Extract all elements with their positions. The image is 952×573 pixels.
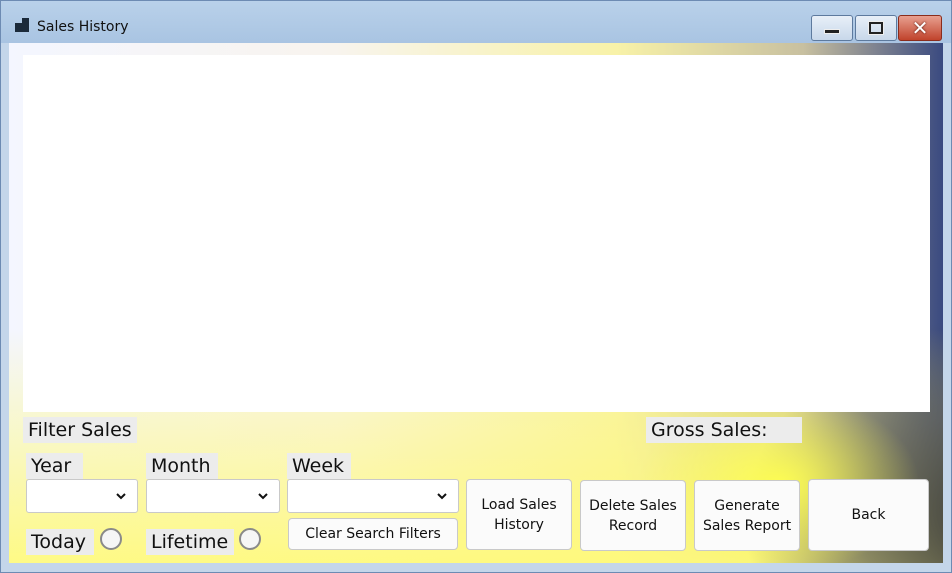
minimize-button[interactable]: [811, 15, 853, 41]
year-label: Year: [26, 453, 83, 479]
sales-history-grid[interactable]: [23, 55, 930, 412]
client-area: Filter Sales Gross Sales: Year Month Wee…: [9, 43, 943, 563]
back-button[interactable]: Back: [808, 479, 929, 551]
sales-history-window: Sales History ✕ Filter Sales Gross Sales…: [0, 0, 952, 573]
lifetime-label: Lifetime: [146, 529, 234, 555]
app-window-icon: [15, 18, 29, 32]
gross-sales-label: Gross Sales:: [646, 417, 802, 443]
title-bar[interactable]: Sales History ✕: [1, 1, 951, 43]
chevron-down-icon: [437, 493, 447, 500]
minimize-icon: [824, 28, 840, 34]
maximize-button[interactable]: [855, 15, 897, 41]
month-select[interactable]: [146, 479, 280, 513]
filter-sales-label: Filter Sales: [23, 417, 137, 443]
month-label: Month: [146, 453, 218, 479]
today-radio[interactable]: [100, 528, 122, 550]
maximize-icon: [868, 21, 884, 35]
generate-sales-report-button[interactable]: Generate Sales Report: [694, 480, 800, 551]
chevron-down-icon: [116, 493, 126, 500]
year-select[interactable]: [26, 479, 138, 513]
clear-search-filters-button[interactable]: Clear Search Filters: [288, 518, 458, 550]
delete-sales-record-button[interactable]: Delete Sales Record: [580, 480, 686, 551]
week-label: Week: [287, 453, 351, 479]
close-icon: ✕: [911, 16, 929, 40]
today-label: Today: [26, 529, 94, 555]
chevron-down-icon: [258, 493, 268, 500]
window-title: Sales History: [37, 19, 129, 35]
load-sales-history-button[interactable]: Load Sales History: [466, 479, 572, 550]
lifetime-radio[interactable]: [239, 528, 261, 550]
week-select[interactable]: [287, 479, 459, 513]
close-button[interactable]: ✕: [898, 15, 942, 41]
